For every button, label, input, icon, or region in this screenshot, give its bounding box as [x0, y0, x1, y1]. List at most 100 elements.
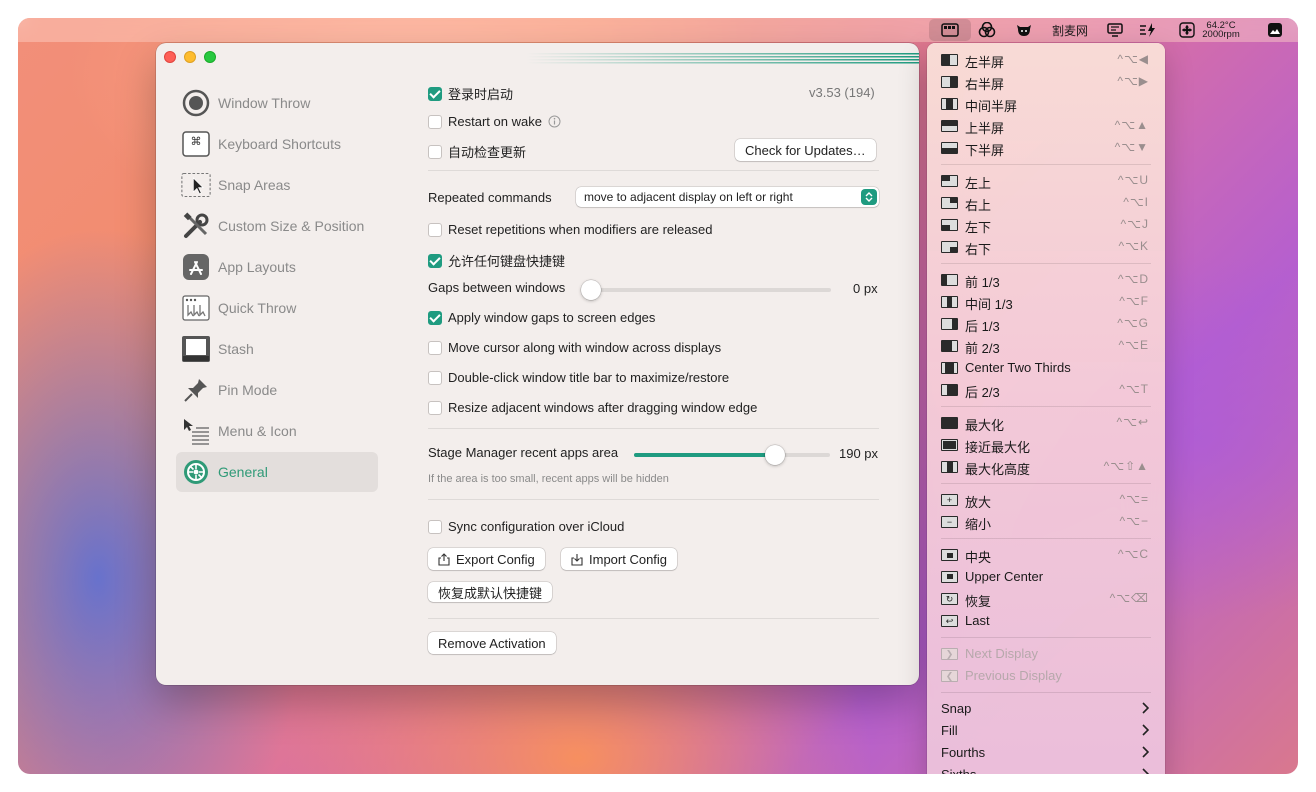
menu-item[interactable]: 中间 1/3 ^⌥F	[927, 291, 1165, 313]
resize-adjacent-checkbox[interactable]	[428, 400, 442, 415]
export-config-button[interactable]: Export Config	[428, 548, 545, 570]
import-config-button[interactable]: Import Config	[561, 548, 678, 570]
menu-item[interactable]: 下半屏 ^⌥▼	[927, 137, 1165, 159]
submenu-item[interactable]: Fourths	[927, 742, 1165, 764]
move-cursor-row[interactable]: Move cursor along with window across dis…	[428, 340, 721, 355]
menu-item[interactable]: 中间半屏	[927, 93, 1165, 115]
menu-item[interactable]: 后 2/3 ^⌥T	[927, 379, 1165, 401]
double-click-title-row[interactable]: Double-click window title bar to maximiz…	[428, 370, 729, 385]
double-click-title-checkbox[interactable]	[428, 370, 442, 385]
menu-item-shortcut: ^⌥▲	[1114, 118, 1149, 132]
menu-item[interactable]: 上半屏 ^⌥▲	[927, 115, 1165, 137]
auto-check-updates-checkbox[interactable]	[428, 144, 442, 159]
submenu-label: Sixths	[941, 767, 976, 774]
pin-icon	[181, 375, 211, 405]
auto-check-updates-row[interactable]: 自动检查更新	[428, 142, 526, 161]
window-manager-menu-icon[interactable]	[929, 19, 971, 41]
menu-item[interactable]: 右半屏 ^⌥▶	[927, 71, 1165, 93]
gaps-slider[interactable]	[581, 280, 831, 300]
sidebar-item-keyboard-shortcuts[interactable]: ⌘ Keyboard Shortcuts	[176, 124, 378, 164]
menu-item[interactable]: 左上 ^⌥U	[927, 170, 1165, 192]
menu-item-shortcut: ^⌥J	[1120, 217, 1149, 231]
menu-item[interactable]: 前 2/3 ^⌥E	[927, 335, 1165, 357]
sidebar-item-window-throw[interactable]: Window Throw	[176, 83, 378, 123]
desktop: 割麦网 64.2°C 2000rpm Window Throw ⌘ Keyboa…	[18, 18, 1298, 774]
menu-item[interactable]: − 缩小 ^⌥−	[927, 511, 1165, 533]
menu-item-shortcut: ^⌥C	[1117, 547, 1149, 561]
sidebar-item-label: App Layouts	[218, 259, 296, 275]
sidebar-item-general[interactable]: General	[176, 452, 378, 492]
power-icon[interactable]	[1136, 18, 1160, 42]
menu-item[interactable]: 最大化高度 ^⌥⇧▲	[927, 456, 1165, 478]
menu-item-label: 放大	[965, 495, 992, 510]
reset-repetitions-row[interactable]: Reset repetitions when modifiers are rel…	[428, 222, 712, 237]
app-text-item[interactable]: 割麦网	[1048, 18, 1092, 42]
close-window-button[interactable]	[164, 51, 176, 63]
sidebar-item-quick-throw[interactable]: Quick Throw	[176, 288, 378, 328]
sync-icloud-row[interactable]: Sync configuration over iCloud	[428, 519, 624, 534]
menu-item-shortcut: ^⌥D	[1117, 272, 1149, 286]
cow-icon[interactable]	[1012, 18, 1036, 42]
submenu-item[interactable]: Fill	[927, 720, 1165, 742]
sidebar-item-stash[interactable]: Stash	[176, 329, 378, 369]
sidebar-item-app-layouts[interactable]: App Layouts	[176, 247, 378, 287]
window-layout-icon: ↩	[941, 615, 958, 627]
stage-manager-slider[interactable]	[634, 445, 830, 465]
allow-any-shortcut-checkbox[interactable]	[428, 253, 442, 268]
sidebar-item-snap-areas[interactable]: Snap Areas	[176, 165, 378, 205]
allow-any-shortcut-label: 允许任何键盘快捷键	[448, 254, 566, 269]
submenu-label: Fill	[941, 723, 958, 738]
colors-icon[interactable]	[974, 18, 1000, 42]
launch-at-login-row[interactable]: 登录时启动	[428, 84, 513, 103]
sidebar-item-custom-size-position[interactable]: Custom Size & Position	[176, 206, 378, 246]
menu-item[interactable]: 右下 ^⌥K	[927, 236, 1165, 258]
stage-manager-value: 190 px	[839, 446, 879, 461]
menu-item[interactable]: Center Two Thirds	[927, 357, 1165, 379]
menu-item[interactable]: 后 1/3 ^⌥G	[927, 313, 1165, 335]
menu-separator	[941, 483, 1151, 484]
launch-at-login-checkbox[interactable]	[428, 86, 442, 101]
submenu-item[interactable]: Snap	[927, 698, 1165, 720]
sync-icloud-checkbox[interactable]	[428, 519, 442, 534]
sidebar-item-pin-mode[interactable]: Pin Mode	[176, 370, 378, 410]
fan-speed-value: 2000rpm	[1202, 29, 1240, 40]
menu-item[interactable]: 接近最大化	[927, 434, 1165, 456]
repeated-commands-select[interactable]: move to adjacent display on left or righ…	[576, 187, 879, 207]
apply-gaps-edges-checkbox[interactable]	[428, 310, 442, 325]
command-key-icon: ⌘	[181, 129, 211, 159]
remove-activation-button[interactable]: Remove Activation	[428, 632, 556, 654]
gaps-slider-knob[interactable]	[581, 280, 601, 300]
menu-item[interactable]: Upper Center	[927, 566, 1165, 588]
resize-adjacent-row[interactable]: Resize adjacent windows after dragging w…	[428, 400, 757, 415]
photo-icon[interactable]	[1264, 18, 1286, 42]
window-layout-icon: −	[941, 516, 958, 528]
restart-on-wake-checkbox[interactable]	[428, 114, 442, 129]
zoom-window-button[interactable]	[204, 51, 216, 63]
info-icon[interactable]	[548, 115, 561, 128]
restore-default-shortcuts-button[interactable]: 恢复成默认快捷键	[428, 582, 553, 602]
temperature-readout[interactable]: 64.2°C 2000rpm	[1196, 18, 1246, 42]
window-layout-icon	[941, 318, 958, 330]
display-icon[interactable]	[1104, 18, 1126, 42]
sidebar-item-menu-icon[interactable]: Menu & Icon	[176, 411, 378, 451]
fan-icon[interactable]	[1176, 18, 1198, 42]
menu-item[interactable]: 左半屏 ^⌥◀	[927, 49, 1165, 71]
menu-item[interactable]: + 放大 ^⌥=	[927, 489, 1165, 511]
restart-on-wake-row[interactable]: Restart on wake	[428, 114, 561, 129]
menu-item-shortcut: ^⌥⌫	[1109, 591, 1149, 605]
menu-item[interactable]: 中央 ^⌥C	[927, 544, 1165, 566]
menu-item[interactable]: 最大化 ^⌥↩	[927, 412, 1165, 434]
menu-item[interactable]: ↻ 恢复 ^⌥⌫	[927, 588, 1165, 610]
minimize-window-button[interactable]	[184, 51, 196, 63]
reset-repetitions-checkbox[interactable]	[428, 222, 442, 237]
apply-gaps-edges-row[interactable]: Apply window gaps to screen edges	[428, 310, 655, 325]
submenu-item[interactable]: Sixths	[927, 764, 1165, 774]
check-for-updates-button[interactable]: Check for Updates…	[735, 139, 876, 161]
allow-any-shortcut-row[interactable]: 允许任何键盘快捷键	[428, 251, 565, 270]
menu-item[interactable]: 左下 ^⌥J	[927, 214, 1165, 236]
stage-manager-slider-knob[interactable]	[765, 445, 786, 465]
menu-item[interactable]: 右上 ^⌥I	[927, 192, 1165, 214]
move-cursor-checkbox[interactable]	[428, 340, 442, 355]
menu-item[interactable]: 前 1/3 ^⌥D	[927, 269, 1165, 291]
menu-item[interactable]: ↩ Last	[927, 610, 1165, 632]
